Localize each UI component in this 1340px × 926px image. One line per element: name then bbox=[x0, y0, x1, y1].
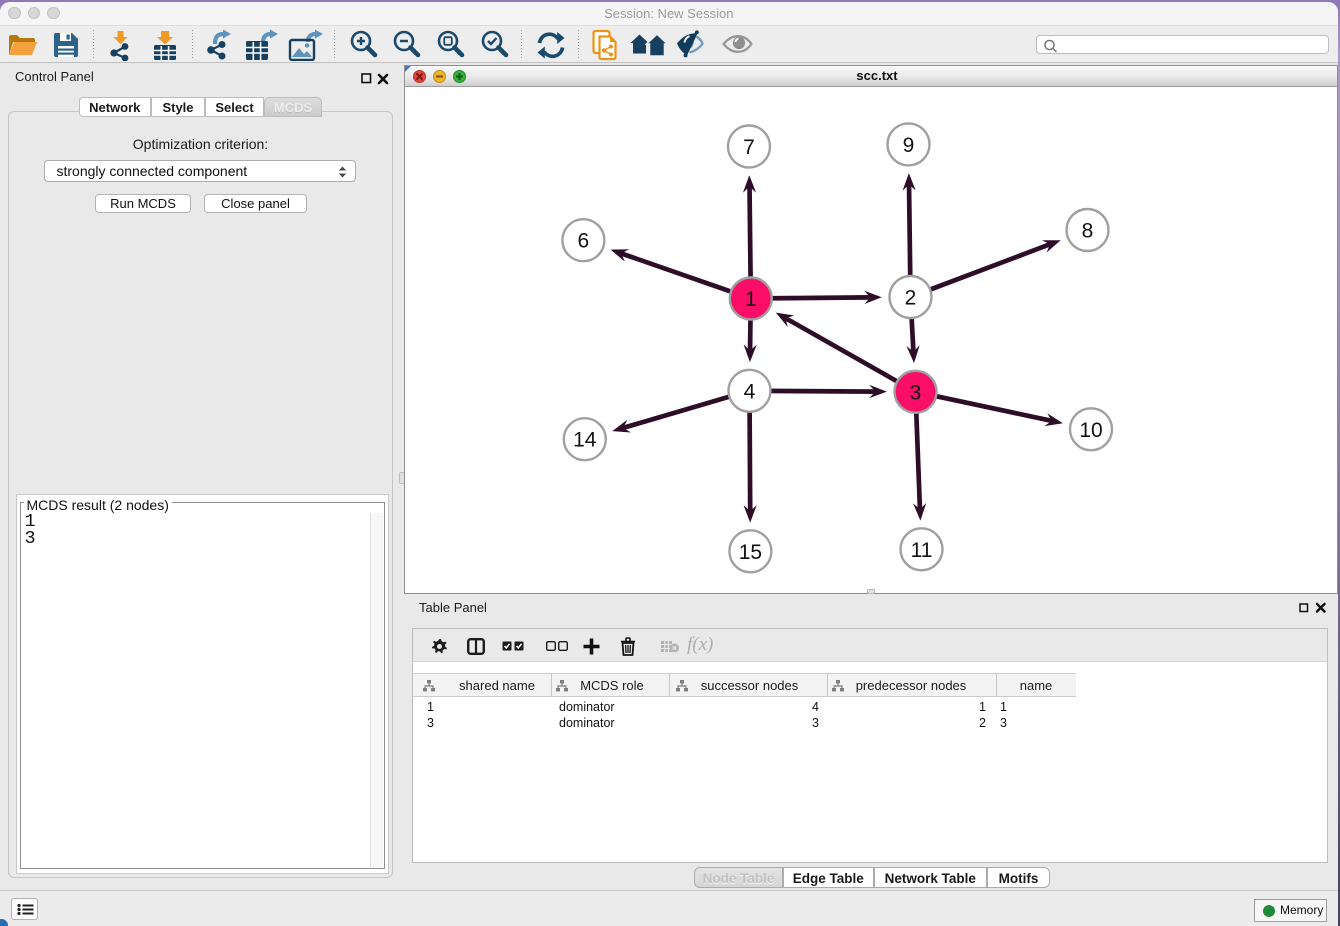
svg-text:4: 4 bbox=[744, 380, 756, 403]
svg-text:2: 2 bbox=[905, 286, 917, 309]
svg-text:10: 10 bbox=[1079, 418, 1102, 441]
svg-text:15: 15 bbox=[739, 540, 762, 563]
svg-text:7: 7 bbox=[743, 136, 755, 159]
svg-text:8: 8 bbox=[1082, 219, 1094, 242]
svg-text:3: 3 bbox=[910, 381, 922, 404]
svg-text:11: 11 bbox=[911, 538, 933, 561]
svg-text:14: 14 bbox=[573, 428, 597, 451]
svg-text:9: 9 bbox=[903, 133, 915, 156]
svg-text:6: 6 bbox=[578, 229, 590, 252]
svg-text:1: 1 bbox=[745, 288, 757, 311]
